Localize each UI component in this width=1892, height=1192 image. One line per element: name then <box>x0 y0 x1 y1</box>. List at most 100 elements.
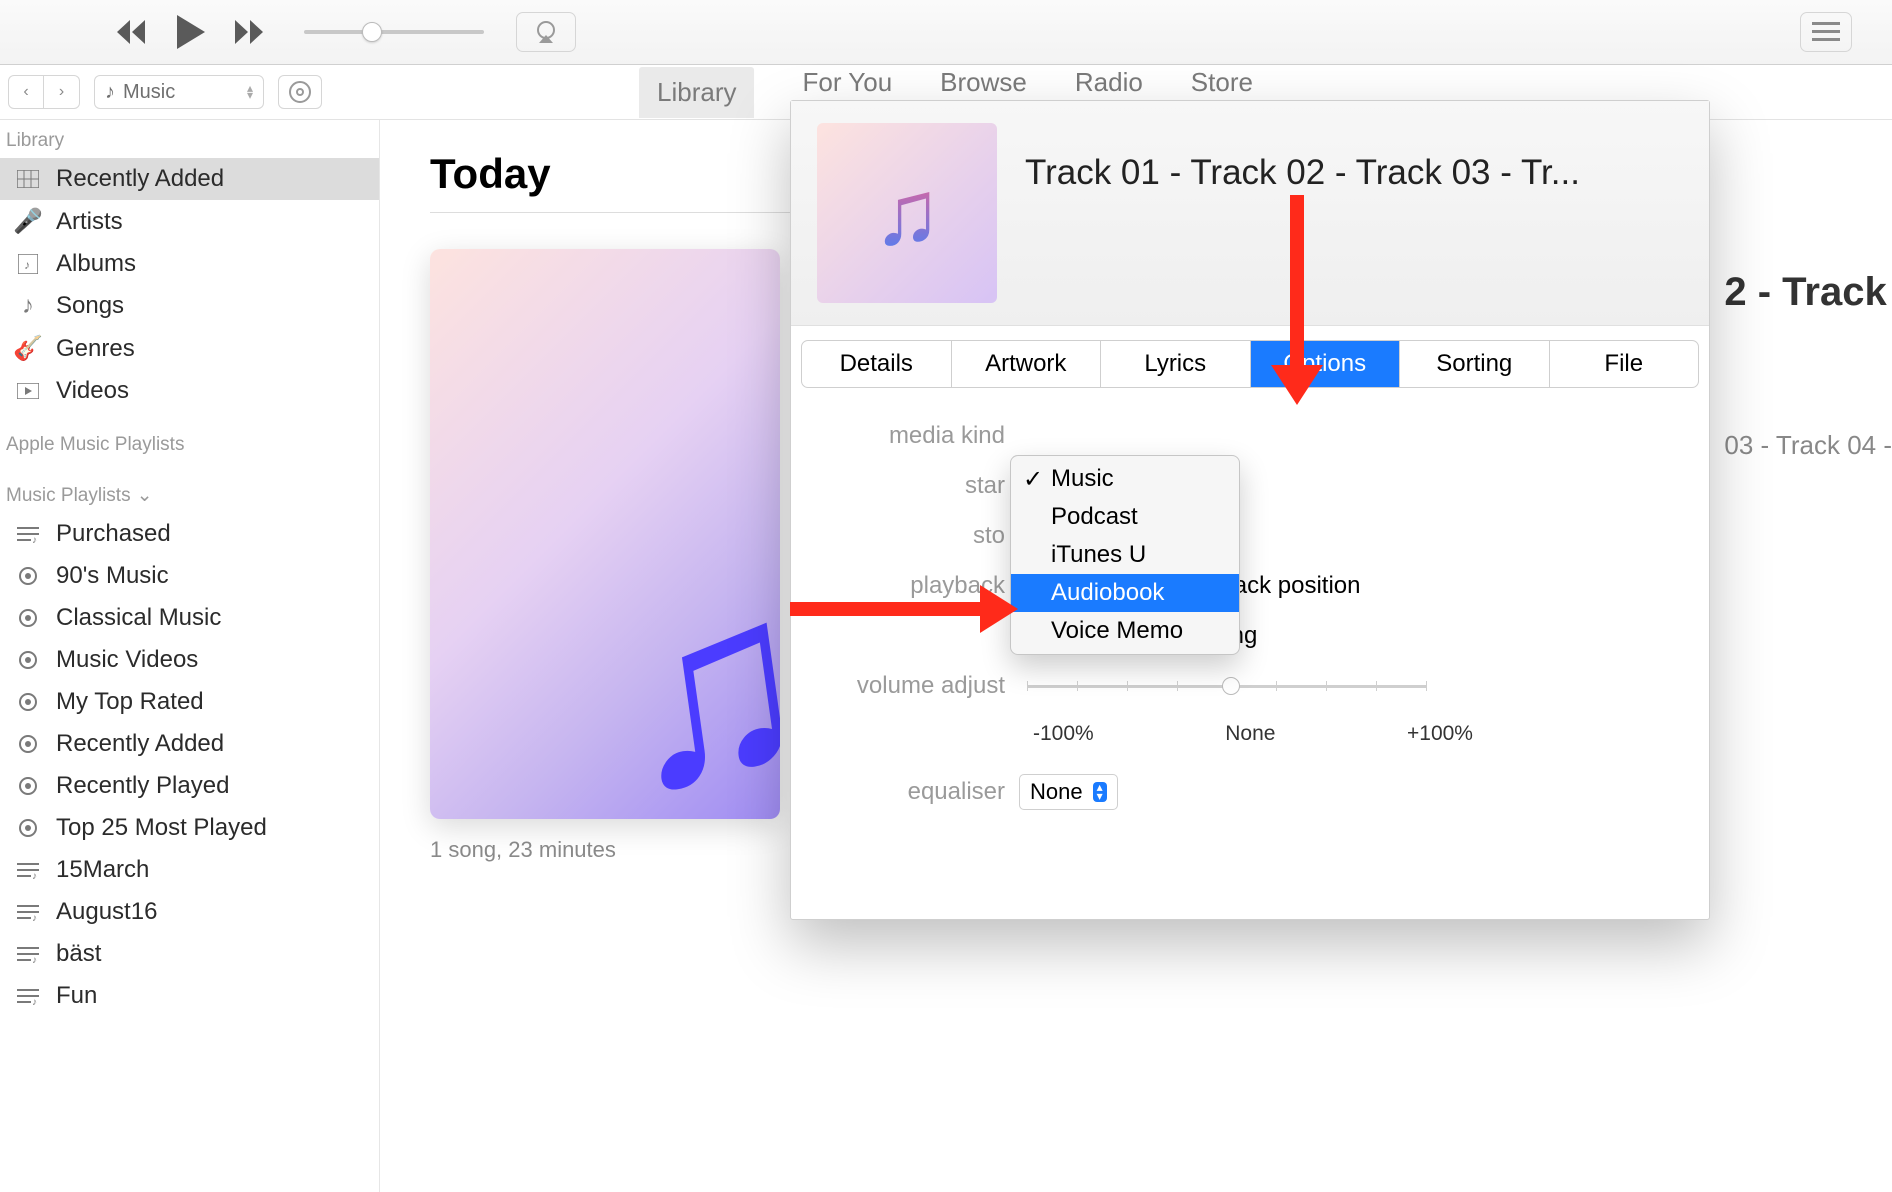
dropdown-option[interactable]: Podcast <box>1011 498 1239 536</box>
slider-mid-label: None <box>1225 722 1275 746</box>
volume-adjust-slider[interactable] <box>1027 685 1427 688</box>
sidebar-item-label: bäst <box>56 940 101 968</box>
tab-sorting[interactable]: Sorting <box>1400 341 1550 387</box>
slider-thumb[interactable] <box>1222 677 1240 695</box>
get-info-dialog: ♫ Track 01 - Track 02 - Track 03 - Tr...… <box>790 100 1710 920</box>
chevron-down-icon: ⌄ <box>137 484 153 507</box>
equaliser-select[interactable]: None ▴▾ <box>1019 774 1118 810</box>
sidebar-item-label: Albums <box>56 250 136 278</box>
media-type-selector[interactable]: ♪ Music ▴▾ <box>94 75 264 109</box>
chevron-updown-icon: ▴▾ <box>247 85 253 99</box>
sidebar-playlist-item[interactable]: 90's Music <box>0 555 379 597</box>
sidebar-item-label: Recently Added <box>56 730 224 758</box>
background-track-row: 03 - Track 04 - <box>1724 430 1892 461</box>
sidebar-item-artists[interactable]: 🎤 Artists <box>0 200 379 243</box>
annotation-arrow-down <box>1290 195 1323 405</box>
sidebar-item-songs[interactable]: ♪ Songs <box>0 285 379 327</box>
sidebar-item-label: Artists <box>56 208 123 236</box>
sidebar-item-label: 15March <box>56 856 149 884</box>
sidebar-playlist-item[interactable]: Recently Added <box>0 723 379 765</box>
equaliser-label: equaliser <box>829 778 1019 806</box>
annotation-arrow-right <box>790 585 1018 633</box>
sidebar-playlist-item[interactable]: ♪ 15March <box>0 849 379 891</box>
svg-text:♪: ♪ <box>32 913 37 921</box>
grid-icon <box>14 170 42 188</box>
tab-file[interactable]: File <box>1550 341 1699 387</box>
sidebar-item-albums[interactable]: ♪ Albums <box>0 243 379 285</box>
media-type-label: Music <box>123 81 175 104</box>
sidebar-item-label: Songs <box>56 292 124 320</box>
gear-icon <box>14 565 42 587</box>
chevron-updown-icon: ▴▾ <box>1093 782 1107 802</box>
dropdown-option[interactable]: Audiobook <box>1011 574 1239 612</box>
sidebar-item-videos[interactable]: Videos <box>0 370 379 412</box>
sidebar-playlist-item[interactable]: ♪ Fun <box>0 975 379 1017</box>
playlist-icon: ♪ <box>14 861 42 879</box>
sidebar-playlist-item[interactable]: ♪ bäst <box>0 933 379 975</box>
dropdown-option[interactable]: Music <box>1011 460 1239 498</box>
tab-library[interactable]: Library <box>639 67 754 118</box>
dropdown-option[interactable]: Voice Memo <box>1011 612 1239 650</box>
sidebar-playlist-item[interactable]: Music Videos <box>0 639 379 681</box>
volume-adjust-label: volume adjust <box>829 672 1019 700</box>
player-toolbar <box>0 0 1892 65</box>
sidebar-item-genres[interactable]: 🎸 Genres <box>0 327 379 370</box>
dialog-title: Track 01 - Track 02 - Track 03 - Tr... <box>1025 123 1580 193</box>
music-notes-icon: ♫ <box>873 161 942 266</box>
next-button[interactable] <box>235 20 269 44</box>
play-button[interactable] <box>177 15 207 49</box>
tab-artwork[interactable]: Artwork <box>952 341 1102 387</box>
album-artwork[interactable]: ♫ <box>430 249 780 819</box>
sidebar-playlist-item[interactable]: Top 25 Most Played <box>0 807 379 849</box>
sidebar-item-label: Genres <box>56 335 135 363</box>
sidebar-playlist-item[interactable]: Recently Played <box>0 765 379 807</box>
gear-icon <box>14 607 42 629</box>
svg-text:♪: ♪ <box>32 997 37 1005</box>
forward-button[interactable]: › <box>44 75 80 109</box>
gear-icon <box>14 775 42 797</box>
airplay-button[interactable] <box>516 12 576 52</box>
gear-icon <box>14 691 42 713</box>
note-icon: ♪ <box>105 81 115 104</box>
album-icon: ♪ <box>14 254 42 274</box>
volume-thumb[interactable] <box>362 22 382 42</box>
sidebar-item-label: Recently Played <box>56 772 229 800</box>
media-kind-label: media kind <box>829 422 1019 450</box>
video-icon <box>14 383 42 399</box>
sidebar-item-label: August16 <box>56 898 157 926</box>
background-track-list: 2 - Track 03 - Track 04 - <box>1724 270 1892 461</box>
sidebar-item-label: My Top Rated <box>56 688 204 716</box>
gear-icon <box>14 733 42 755</box>
previous-button[interactable] <box>115 20 149 44</box>
tab-details[interactable]: Details <box>802 341 952 387</box>
tab-lyrics[interactable]: Lyrics <box>1101 341 1251 387</box>
sidebar-item-label: Fun <box>56 982 97 1010</box>
gear-icon <box>14 649 42 671</box>
volume-slider[interactable] <box>304 30 484 34</box>
up-next-button[interactable] <box>1800 12 1852 52</box>
cd-button[interactable] <box>278 75 322 109</box>
dialog-artwork: ♫ <box>817 123 997 303</box>
sidebar-item-label: Purchased <box>56 520 171 548</box>
playlist-icon: ♪ <box>14 987 42 1005</box>
start-label: star <box>829 472 1019 500</box>
sidebar-header-apple-playlists: Apple Music Playlists <box>0 412 379 462</box>
sidebar-header-music-playlists[interactable]: Music Playlists ⌄ <box>0 462 379 513</box>
dropdown-option[interactable]: iTunes U <box>1011 536 1239 574</box>
sidebar-playlist-item[interactable]: Classical Music <box>0 597 379 639</box>
playlist-icon: ♪ <box>14 525 42 543</box>
sidebar-playlist-item[interactable]: ♪ August16 <box>0 891 379 933</box>
sidebar-item-label: Music Videos <box>56 646 198 674</box>
dialog-tabstrip: Details Artwork Lyrics Options Sorting F… <box>801 340 1699 388</box>
slider-max-label: +100% <box>1407 722 1473 746</box>
sidebar-playlist-item[interactable]: ♪ Purchased <box>0 513 379 555</box>
sidebar-playlist-item[interactable]: My Top Rated <box>0 681 379 723</box>
svg-text:♪: ♪ <box>32 955 37 963</box>
back-button[interactable]: ‹ <box>8 75 44 109</box>
gear-icon <box>14 817 42 839</box>
guitar-icon: 🎸 <box>14 334 42 363</box>
svg-text:♪: ♪ <box>32 871 37 879</box>
sidebar-item-recently-added[interactable]: Recently Added <box>0 158 379 200</box>
media-kind-dropdown: MusicPodcastiTunes UAudiobookVoice Memo <box>1010 455 1240 655</box>
note-icon: ♪ <box>14 292 42 320</box>
